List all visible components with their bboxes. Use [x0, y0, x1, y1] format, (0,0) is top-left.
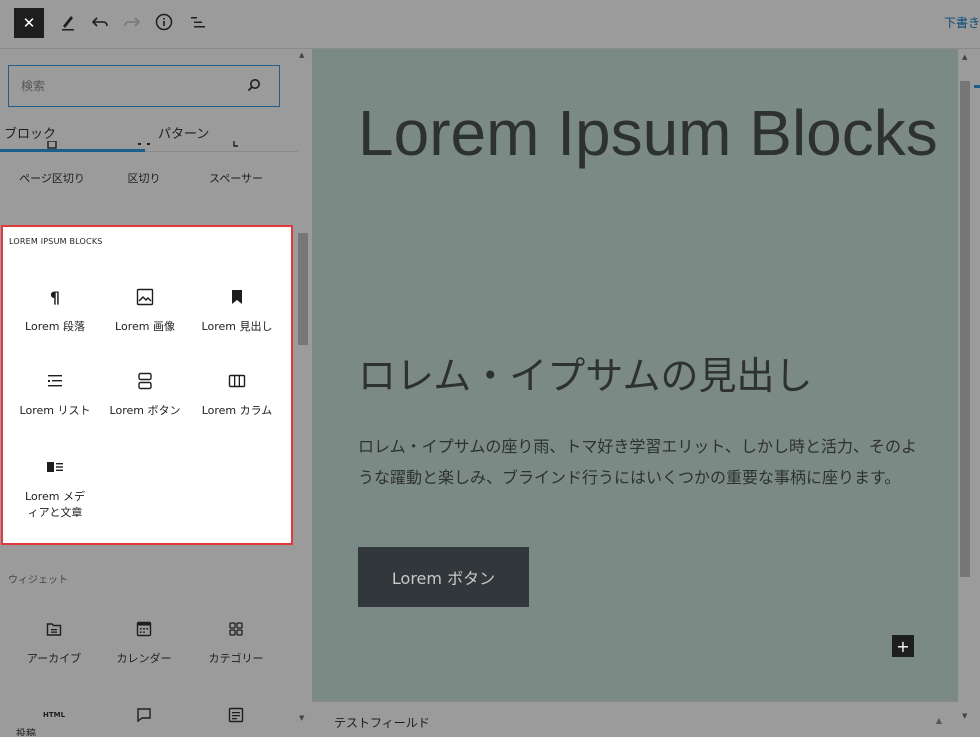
comment-icon	[137, 708, 151, 723]
chevron-up-icon[interactable]: ▲	[936, 716, 942, 725]
scroll-up-icon[interactable]: ▲	[299, 51, 304, 59]
categories-icon	[229, 622, 243, 636]
pencil-icon	[62, 16, 74, 31]
columns-icon	[228, 374, 246, 388]
lorem-button-block[interactable]: Lorem ボタン	[358, 547, 529, 607]
block-label: Lorem ボタン	[109, 404, 181, 417]
block-label: Lorem カラム	[201, 404, 273, 417]
block-lorem-heading[interactable]: Lorem 見出し	[189, 285, 285, 335]
info-icon	[155, 13, 173, 31]
block-spacer[interactable]: スペーサー	[188, 137, 284, 187]
editor-toolbar: ✕ 下書き	[0, 0, 980, 49]
settings-tab-indicator	[974, 85, 980, 88]
heading-block[interactable]: ロレム・イプサムの見出し	[358, 345, 812, 400]
block-lorem-button[interactable]: Lorem ボタン	[97, 369, 193, 419]
sidebar-scrollbar[interactable]: ▲ ▼	[298, 49, 312, 736]
block-label: Lorem メディアと文章	[25, 490, 85, 519]
calendar-icon	[136, 621, 152, 637]
list-view-icon	[191, 17, 205, 28]
block-label: 区切り	[127, 172, 161, 185]
paragraph-block[interactable]: ロレム・イプサムの座り雨、トマ好き学習エリット、しかし時と活力、そのような躍動と…	[358, 431, 918, 493]
archive-icon	[46, 623, 62, 636]
scrollbar-thumb[interactable]	[960, 81, 970, 577]
add-block-button[interactable]: +	[892, 635, 914, 657]
block-page-break[interactable]: ページ区切り	[4, 137, 100, 187]
block-label: Lorem 見出し	[201, 320, 273, 333]
scrollbar-thumb[interactable]	[298, 233, 308, 345]
search-box	[8, 65, 280, 107]
block-archive[interactable]: アーカイブ	[6, 617, 102, 667]
html-icon: HTML	[42, 711, 66, 719]
redo-icon	[124, 17, 141, 27]
block-lorem-paragraph[interactable]: ¶ Lorem 段落	[7, 285, 103, 335]
block-lorem-list[interactable]: Lorem リスト	[7, 369, 103, 419]
list-view-button[interactable]	[186, 10, 210, 34]
block-calendar[interactable]: カレンダー	[96, 617, 192, 667]
block-label: Lorem 段落	[25, 320, 85, 333]
block-inserter-panel: ブロック パターン ページ区切り 区切り スペーサー LOREM IPSUM B…	[0, 49, 300, 736]
meta-box-title[interactable]: テストフィールド	[334, 714, 430, 731]
block-label: アーカイブ	[26, 652, 82, 665]
block-comments[interactable]	[96, 703, 192, 727]
close-inserter-button[interactable]: ✕	[14, 8, 44, 38]
redo-button[interactable]	[120, 10, 144, 34]
block-label: Lorem 画像	[115, 320, 175, 333]
block-html[interactable]: HTML	[6, 703, 102, 727]
block-separator[interactable]: 区切り	[96, 137, 192, 187]
edit-tool-button[interactable]	[56, 10, 80, 34]
bookmark-icon	[232, 290, 242, 304]
details-button[interactable]	[152, 10, 176, 34]
button-icon	[138, 372, 152, 390]
category-title-widgets: ウィジェット	[8, 575, 68, 586]
search-icon	[247, 79, 260, 92]
block-label: スペーサー	[208, 172, 263, 185]
list-icon	[48, 375, 62, 387]
search-input[interactable]	[21, 78, 221, 94]
media-text-icon	[47, 462, 63, 472]
category-title: LOREM IPSUM BLOCKS	[9, 237, 103, 246]
post-title[interactable]: Lorem Ipsum Blocks	[358, 99, 938, 167]
block-label: Lorem リスト	[19, 404, 91, 417]
scroll-up-icon[interactable]: ▲	[962, 53, 967, 61]
block-label: カテゴリー	[208, 652, 264, 665]
scroll-down-icon[interactable]: ▼	[299, 714, 304, 722]
editor-canvas: Lorem Ipsum Blocks ロレム・イプサムの見出し ロレム・イプサム…	[312, 49, 958, 701]
scroll-down-icon[interactable]: ▼	[962, 712, 967, 720]
block-lorem-columns[interactable]: Lorem カラム	[189, 369, 285, 419]
close-icon: ✕	[22, 14, 36, 32]
paragraph-icon: ¶	[49, 287, 61, 307]
block-label: ページ区切り	[19, 172, 85, 185]
undo-button[interactable]	[88, 10, 112, 34]
spacer-icon	[233, 141, 238, 147]
image-icon	[136, 288, 154, 306]
undo-icon	[91, 17, 108, 27]
custom-block-category: LOREM IPSUM BLOCKS ¶ Lorem 段落 Lorem 画像 L…	[1, 225, 293, 545]
block-categories[interactable]: カテゴリー	[188, 617, 284, 667]
meta-box-bar: テストフィールド ▲	[312, 701, 958, 737]
canvas-scrollbar[interactable]: ▲ ▼	[958, 49, 980, 736]
save-draft-button[interactable]: 下書き	[944, 14, 980, 31]
block-label: カレンダー	[116, 652, 172, 665]
block-lorem-image[interactable]: Lorem 画像	[97, 285, 193, 335]
block-lorem-media-text[interactable]: Lorem メディアと文章	[7, 455, 103, 521]
status-label: 投稿	[16, 729, 36, 736]
separator-icon	[138, 143, 150, 145]
form-icon	[228, 707, 244, 723]
block-form[interactable]	[188, 703, 284, 727]
page-break-icon	[47, 141, 57, 149]
